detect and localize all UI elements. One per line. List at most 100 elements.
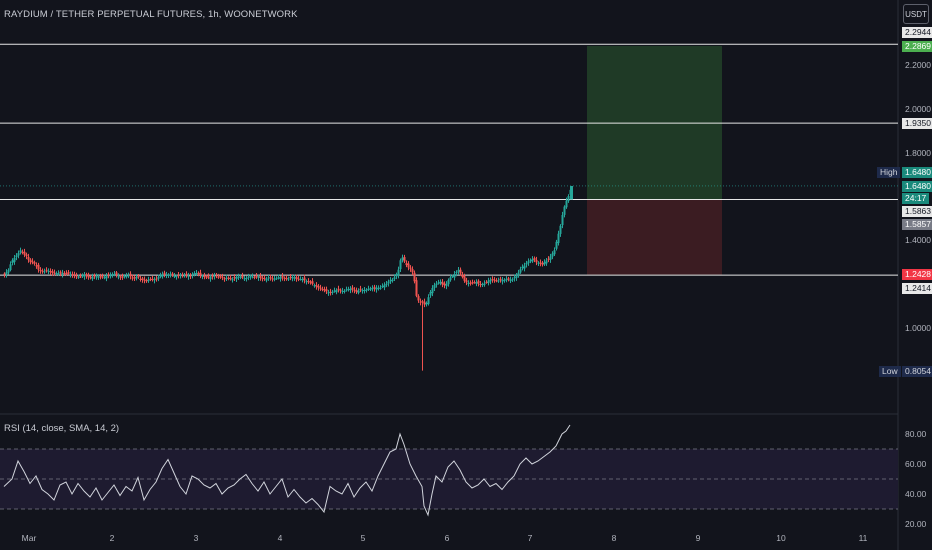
candle-body xyxy=(477,280,480,284)
candle-body xyxy=(129,273,132,277)
price-badge: 1.9350 xyxy=(902,118,932,129)
time-tick-label: 3 xyxy=(194,533,199,543)
candle-body xyxy=(493,279,496,281)
candle-body xyxy=(151,278,154,280)
price-badge: 1.2414 xyxy=(902,283,932,294)
candle-body xyxy=(25,254,28,257)
candle-body xyxy=(119,276,122,278)
candle-body xyxy=(37,264,40,270)
time-tick-label: 2 xyxy=(110,533,115,543)
candle-body xyxy=(409,267,412,269)
price-tick-label: 1.4000 xyxy=(905,235,931,245)
candle-body xyxy=(421,301,424,303)
candle-body xyxy=(45,269,48,271)
candle-body xyxy=(201,275,204,277)
candle-body xyxy=(285,278,288,280)
candle-body xyxy=(3,273,6,275)
candle-body xyxy=(31,261,34,263)
candle-body xyxy=(355,290,358,292)
candle-body xyxy=(433,285,436,288)
candle-body xyxy=(205,276,208,278)
candle-body xyxy=(17,253,20,256)
candle-body xyxy=(381,285,384,287)
candle-body xyxy=(11,260,14,264)
price-badge: 1.5857 xyxy=(902,219,932,230)
candle-body xyxy=(71,273,74,275)
price-badge: 1.2428 xyxy=(902,269,932,280)
candle-body xyxy=(9,264,12,271)
candle-body xyxy=(341,290,344,292)
candle-body xyxy=(265,278,268,281)
candle-body xyxy=(513,277,516,279)
candle-body xyxy=(391,279,394,282)
candle-body xyxy=(539,262,542,264)
candle-body xyxy=(35,265,38,267)
candle-body xyxy=(537,262,540,264)
candle-body xyxy=(399,260,402,270)
trading-chart[interactable]: 2.2000 2.0000 1.8000 1.4000 1.0000 80.00 60.00… xyxy=(0,0,932,550)
candle-body xyxy=(523,265,526,269)
time-tick-label: Mar xyxy=(22,533,37,543)
candle-body xyxy=(69,274,72,276)
candle-body xyxy=(233,277,236,279)
candle-body xyxy=(329,291,332,293)
candle-body xyxy=(23,251,26,255)
candle-body xyxy=(85,274,88,276)
candle-body xyxy=(173,276,176,278)
candle-body xyxy=(145,280,148,282)
candle-body xyxy=(389,280,392,282)
candle-body xyxy=(277,277,280,279)
candle-body xyxy=(467,282,470,284)
candle-body xyxy=(29,259,32,262)
candle-body xyxy=(349,288,352,291)
candle-body xyxy=(91,276,94,280)
rsi-tick-label: 40.00 xyxy=(905,489,927,499)
rsi-indicator-title: RSI (14, close, SMA, 14, 2) xyxy=(4,423,120,434)
candle-body xyxy=(419,301,422,303)
low-tag: Low xyxy=(879,366,901,377)
candle-body xyxy=(175,276,178,278)
candle-body xyxy=(351,287,354,290)
candle-body xyxy=(191,275,194,277)
time-tick-label: 6 xyxy=(445,533,450,543)
candle-body xyxy=(307,281,310,283)
candle-body xyxy=(193,273,196,275)
candle-body xyxy=(425,303,428,305)
candle-body xyxy=(511,279,514,281)
candle-body xyxy=(61,272,64,275)
candle-body xyxy=(247,276,250,278)
time-tick-label: 7 xyxy=(528,533,533,543)
currency-button[interactable]: USDT xyxy=(903,4,929,24)
candle-body xyxy=(249,276,252,278)
candle-body xyxy=(541,263,544,265)
candle-body xyxy=(453,274,456,278)
candle-body xyxy=(451,275,454,277)
candle-body xyxy=(89,276,92,278)
candle-body xyxy=(385,283,388,285)
candle-body xyxy=(517,272,520,276)
candle-body xyxy=(107,274,110,276)
candle-body xyxy=(13,257,16,262)
candle-body xyxy=(133,277,136,279)
candle-body xyxy=(117,276,120,278)
candle-body xyxy=(497,280,500,282)
candle-body xyxy=(7,269,10,273)
candle-body xyxy=(291,277,294,279)
candle-body xyxy=(177,274,180,276)
candle-body xyxy=(371,288,374,290)
candle-body xyxy=(65,273,68,275)
candle-body xyxy=(77,276,80,278)
candle-body xyxy=(415,280,418,296)
candle-body xyxy=(227,277,230,279)
candle-body xyxy=(439,281,442,284)
candle-body xyxy=(549,256,552,260)
candle-body xyxy=(565,200,568,208)
candle-body xyxy=(27,256,30,260)
candle-body xyxy=(551,253,554,257)
candle-body xyxy=(225,277,228,279)
price-tick-label: 1.8000 xyxy=(905,148,931,158)
rsi-tick-label: 60.00 xyxy=(905,459,927,469)
candle-body xyxy=(423,301,426,305)
candle-body xyxy=(195,273,198,275)
candle-body xyxy=(79,276,82,278)
